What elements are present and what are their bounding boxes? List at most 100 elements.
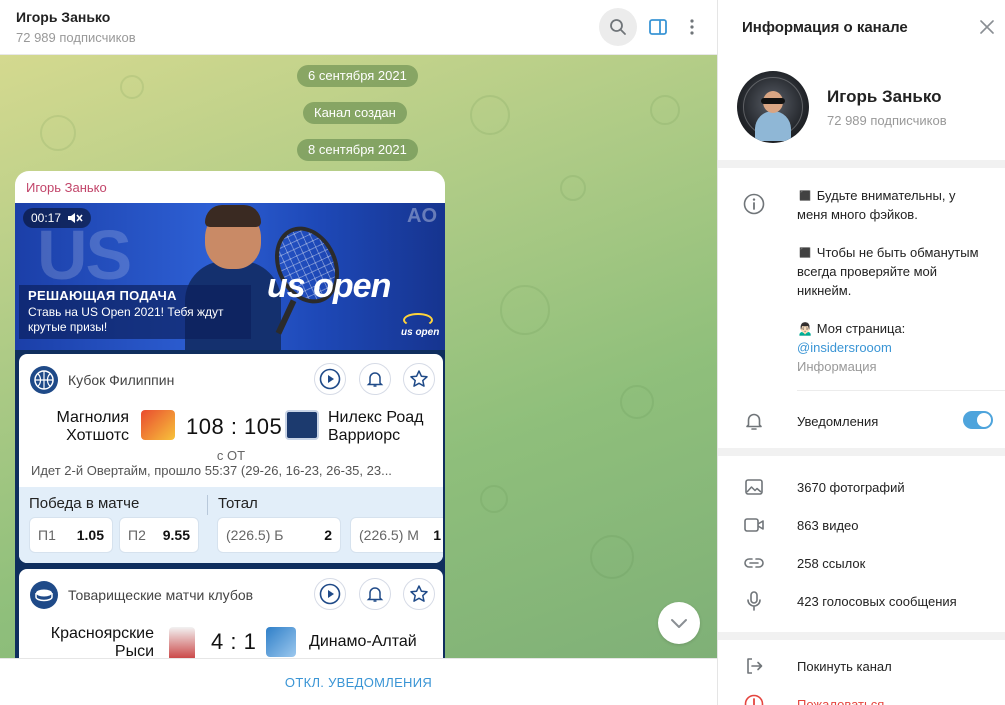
avatar-body [755,111,791,141]
media-photos[interactable]: 3670 фотографий [797,480,905,495]
bell-icon [742,409,766,433]
odd-value: 2 [324,527,332,543]
market-title: Тотал [218,495,258,512]
team-home-logo [169,627,195,658]
description-caption: Информация [797,359,877,374]
info-panel-title: Информация о канале [742,19,908,36]
media-videos[interactable]: 863 видео [797,518,859,533]
section-divider [718,632,1005,640]
scroll-down-button[interactable] [658,602,700,644]
odds-block: Победа в матче Тотал П1 1.05 П2 9.55 (22 [19,487,443,563]
message-bubble[interactable]: Игорь Занько US AO us open us open 00:17… [15,171,445,658]
sidebar-icon [649,19,667,35]
match-score: 4 : 1 [211,629,257,654]
chat-subscribers: 72 989 подписчиков [16,30,136,45]
media-links[interactable]: 258 ссылок [797,556,865,571]
more-button[interactable] [674,8,710,46]
media-voice[interactable]: 423 голосовых сообщения [797,594,957,609]
wallpaper-doodle [500,285,550,335]
section-divider [718,160,1005,168]
more-vertical-icon [690,19,694,35]
description-line: ◼️ Чтобы не быть обманутым всегда провер… [797,245,979,298]
match-card: Кубок Филиппин Магнолия Хотшотс 108 : 10… [19,354,443,563]
bell-button [359,578,391,610]
channel-subscribers: 72 989 подписчиков [827,113,947,128]
star-icon [410,370,428,387]
team-home: Магнолия Хотшотс [56,409,129,444]
usopen-small-ring [403,313,433,327]
section-divider [718,448,1005,456]
odd-value: 9.55 [162,527,190,543]
odd-button: П1 1.05 [29,517,113,553]
bell-icon [366,372,384,387]
wallpaper-doodle [120,75,144,99]
league-name: Товарищеские матчи клубов [68,587,254,603]
bell-button [359,363,391,395]
notifications-label[interactable]: Уведомления [797,414,878,429]
video-preview[interactable]: US AO us open us open 00:17 РЕШАЮЩАЯ ПОД… [15,203,445,350]
league-name: Кубок Филиппин [68,372,175,388]
wallpaper-doodle [650,95,680,125]
odd-value: 1 [433,527,441,543]
date-separator: 8 сентября 2021 [297,139,418,161]
date-separator: 6 сентября 2021 [297,65,418,87]
video-time-badge[interactable]: 00:17 [23,208,92,228]
team-away-logo [285,410,319,440]
close-icon [980,20,994,34]
basketball-icon [30,366,58,394]
report-button[interactable]: Пожаловаться [797,697,884,705]
market-title: Победа в матче [29,495,140,512]
chevron-down-icon [671,619,687,628]
favorite-button [403,363,435,395]
matches-screenshot: Кубок Филиппин Магнолия Хотшотс 108 : 10… [15,350,445,658]
odd-button: П2 9.55 [119,517,199,553]
league-row: Товарищеские матчи клубов [30,581,253,609]
league-row: Кубок Филиппин [30,366,174,394]
odd-button: (226.5) Б 2 [217,517,341,553]
message-author[interactable]: Игорь Занько [26,180,107,195]
mute-channel-button[interactable]: ОТКЛ. УВЕДОМЛЕНИЯ [0,658,717,705]
play-icon [319,583,341,605]
avatar[interactable] [737,71,809,143]
mic-icon [742,589,766,613]
play-icon [319,368,341,390]
match-score: 108 : 105 [186,414,283,439]
star-icon [410,585,428,602]
notifications-toggle[interactable] [963,411,993,429]
wallpaper-doodle [590,535,634,579]
channel-name: Игорь Занько [827,87,942,106]
odd-value: 1.05 [76,527,104,543]
muted-icon[interactable] [67,211,83,225]
bell-icon [366,587,384,602]
market-divider [207,495,208,515]
player-hair [205,205,261,227]
video-time: 00:17 [31,211,62,225]
search-button[interactable] [599,8,637,46]
username-link[interactable]: @insidersrooom [797,338,987,357]
odd-label: П1 [38,527,56,543]
wallpaper-doodle [470,95,510,135]
close-button[interactable] [976,16,998,38]
team-away-logo [266,627,296,657]
usopen-logo: us open [267,267,391,305]
usopen-small-logo: us open [401,327,440,338]
avatar-glasses [761,98,785,104]
team-away: Динамо-Алтай [309,633,417,650]
search-icon [610,19,626,35]
toggle-info-panel-button[interactable] [639,8,677,46]
wallpaper-doodle [560,175,586,201]
hockey-icon [30,581,58,609]
match-info: Идет 2-й Овертайм, прошло 55:37 (29-26, … [31,463,392,478]
team-home: Красноярские Рыси [50,625,154,658]
chat-background[interactable]: 6 сентября 2021 Канал создан 8 сентября … [0,55,717,658]
leave-icon [742,654,766,678]
odd-button: (226.5) М 1 [350,517,443,553]
chat-title[interactable]: Игорь Занько [16,9,110,25]
channel-info-panel: Информация о канале Игорь Занько 72 989 … [717,0,1005,705]
odd-label: П2 [128,527,146,543]
team-home-logo [141,410,175,440]
odd-label: (226.5) Б [226,527,284,543]
promo-text: Ставь на US Open 2021! Тебя ждут крутые … [28,305,224,334]
match-status: с ОТ [216,448,246,463]
leave-channel-button[interactable]: Покинуть канал [797,659,892,674]
